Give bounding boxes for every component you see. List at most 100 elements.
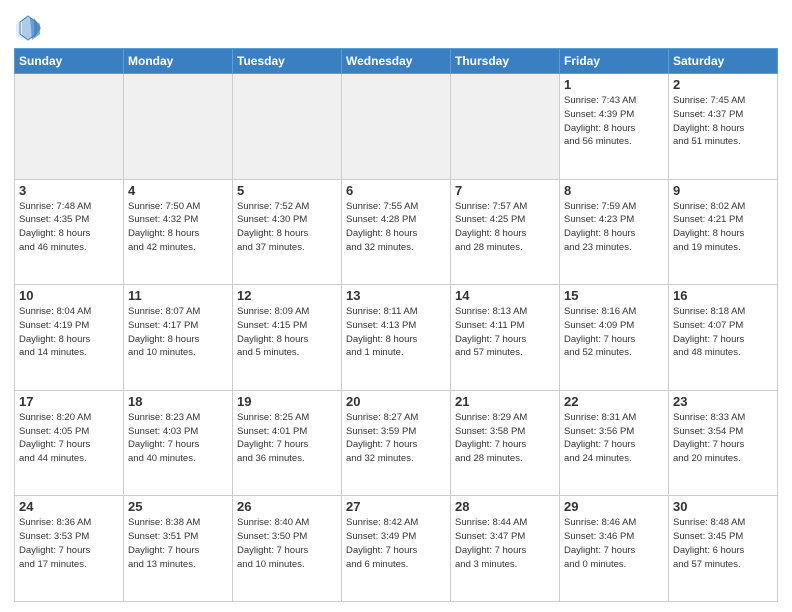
day-number: 12 [237,288,337,303]
day-info: Sunrise: 8:27 AMSunset: 3:59 PMDaylight:… [346,411,446,466]
day-number: 28 [455,499,555,514]
day-info: Sunrise: 8:31 AMSunset: 3:56 PMDaylight:… [564,411,664,466]
calendar-cell: 5 Sunrise: 7:52 AMSunset: 4:30 PMDaylight… [233,179,342,285]
day-number: 30 [673,499,773,514]
page: SundayMondayTuesdayWednesdayThursdayFrid… [0,0,792,612]
calendar-cell: 7 Sunrise: 7:57 AMSunset: 4:25 PMDaylight… [451,179,560,285]
calendar-week-4: 17 Sunrise: 8:20 AMSunset: 4:05 PMDayligh… [15,390,778,496]
day-info: Sunrise: 8:38 AMSunset: 3:51 PMDaylight:… [128,516,228,571]
day-number: 5 [237,183,337,198]
calendar-cell: 22 Sunrise: 8:31 AMSunset: 3:56 PMDayligh… [560,390,669,496]
day-number: 16 [673,288,773,303]
day-number: 11 [128,288,228,303]
day-info: Sunrise: 8:18 AMSunset: 4:07 PMDaylight:… [673,305,773,360]
day-header-wednesday: Wednesday [342,49,451,74]
day-info: Sunrise: 8:02 AMSunset: 4:21 PMDaylight:… [673,200,773,255]
day-number: 26 [237,499,337,514]
day-info: Sunrise: 8:20 AMSunset: 4:05 PMDaylight:… [19,411,119,466]
day-info: Sunrise: 7:48 AMSunset: 4:35 PMDaylight:… [19,200,119,255]
day-info: Sunrise: 8:29 AMSunset: 3:58 PMDaylight:… [455,411,555,466]
calendar-cell: 23 Sunrise: 8:33 AMSunset: 3:54 PMDayligh… [669,390,778,496]
day-info: Sunrise: 8:42 AMSunset: 3:49 PMDaylight:… [346,516,446,571]
day-info: Sunrise: 8:44 AMSunset: 3:47 PMDaylight:… [455,516,555,571]
calendar-cell: 20 Sunrise: 8:27 AMSunset: 3:59 PMDayligh… [342,390,451,496]
calendar-cell: 28 Sunrise: 8:44 AMSunset: 3:47 PMDayligh… [451,496,560,602]
calendar-cell: 6 Sunrise: 7:55 AMSunset: 4:28 PMDaylight… [342,179,451,285]
logo-icon [14,14,42,42]
calendar-cell: 8 Sunrise: 7:59 AMSunset: 4:23 PMDaylight… [560,179,669,285]
day-number: 9 [673,183,773,198]
day-header-thursday: Thursday [451,49,560,74]
day-info: Sunrise: 7:50 AMSunset: 4:32 PMDaylight:… [128,200,228,255]
calendar-cell: 4 Sunrise: 7:50 AMSunset: 4:32 PMDaylight… [124,179,233,285]
logo [14,14,44,42]
calendar-cell [124,74,233,180]
calendar-cell [15,74,124,180]
day-info: Sunrise: 8:16 AMSunset: 4:09 PMDaylight:… [564,305,664,360]
day-info: Sunrise: 7:59 AMSunset: 4:23 PMDaylight:… [564,200,664,255]
day-info: Sunrise: 8:40 AMSunset: 3:50 PMDaylight:… [237,516,337,571]
day-number: 13 [346,288,446,303]
day-number: 17 [19,394,119,409]
day-info: Sunrise: 7:57 AMSunset: 4:25 PMDaylight:… [455,200,555,255]
calendar-week-1: 1Sunrise: 7:43 AMSunset: 4:39 PMDaylight… [15,74,778,180]
calendar-cell: 30 Sunrise: 8:48 AMSunset: 3:45 PMDayligh… [669,496,778,602]
calendar-cell: 12Sunrise: 8:09 AMSunset: 4:15 PMDayligh… [233,285,342,391]
calendar: SundayMondayTuesdayWednesdayThursdayFrid… [14,48,778,602]
day-info: Sunrise: 7:55 AMSunset: 4:28 PMDaylight:… [346,200,446,255]
calendar-cell: 27 Sunrise: 8:42 AMSunset: 3:49 PMDayligh… [342,496,451,602]
calendar-cell: 15 Sunrise: 8:16 AMSunset: 4:09 PMDayligh… [560,285,669,391]
day-info: Sunrise: 8:13 AMSunset: 4:11 PMDaylight:… [455,305,555,360]
day-number: 4 [128,183,228,198]
day-info: Sunrise: 8:23 AMSunset: 4:03 PMDaylight:… [128,411,228,466]
calendar-cell: 1Sunrise: 7:43 AMSunset: 4:39 PMDaylight… [560,74,669,180]
day-info: Sunrise: 8:33 AMSunset: 3:54 PMDaylight:… [673,411,773,466]
day-number: 2 [673,77,773,92]
day-info: Sunrise: 7:45 AMSunset: 4:37 PMDaylight:… [673,94,773,149]
day-number: 23 [673,394,773,409]
day-number: 19 [237,394,337,409]
day-info: Sunrise: 8:07 AMSunset: 4:17 PMDaylight:… [128,305,228,360]
day-info: Sunrise: 7:43 AMSunset: 4:39 PMDaylight:… [564,94,664,149]
day-header-tuesday: Tuesday [233,49,342,74]
calendar-cell: 9 Sunrise: 8:02 AMSunset: 4:21 PMDaylight… [669,179,778,285]
day-number: 6 [346,183,446,198]
day-number: 24 [19,499,119,514]
day-info: Sunrise: 8:11 AMSunset: 4:13 PMDaylight:… [346,305,446,360]
calendar-cell: 25 Sunrise: 8:38 AMSunset: 3:51 PMDayligh… [124,496,233,602]
calendar-cell: 18Sunrise: 8:23 AMSunset: 4:03 PMDayligh… [124,390,233,496]
day-number: 8 [564,183,664,198]
day-number: 25 [128,499,228,514]
day-number: 10 [19,288,119,303]
day-info: Sunrise: 8:25 AMSunset: 4:01 PMDaylight:… [237,411,337,466]
calendar-week-3: 10Sunrise: 8:04 AMSunset: 4:19 PMDayligh… [15,285,778,391]
calendar-week-2: 3Sunrise: 7:48 AMSunset: 4:35 PMDaylight… [15,179,778,285]
day-header-friday: Friday [560,49,669,74]
calendar-week-5: 24Sunrise: 8:36 AMSunset: 3:53 PMDayligh… [15,496,778,602]
calendar-cell [342,74,451,180]
day-number: 15 [564,288,664,303]
calendar-cell: 17 Sunrise: 8:20 AMSunset: 4:05 PMDayligh… [15,390,124,496]
day-number: 14 [455,288,555,303]
calendar-cell: 3Sunrise: 7:48 AMSunset: 4:35 PMDaylight… [15,179,124,285]
calendar-cell: 21Sunrise: 8:29 AMSunset: 3:58 PMDayligh… [451,390,560,496]
day-number: 27 [346,499,446,514]
day-number: 20 [346,394,446,409]
calendar-cell: 29 Sunrise: 8:46 AMSunset: 3:46 PMDayligh… [560,496,669,602]
calendar-cell: 19 Sunrise: 8:25 AMSunset: 4:01 PMDayligh… [233,390,342,496]
calendar-cell: 14 Sunrise: 8:13 AMSunset: 4:11 PMDayligh… [451,285,560,391]
day-info: Sunrise: 8:48 AMSunset: 3:45 PMDaylight:… [673,516,773,571]
day-number: 7 [455,183,555,198]
day-info: Sunrise: 8:46 AMSunset: 3:46 PMDaylight:… [564,516,664,571]
calendar-cell: 2 Sunrise: 7:45 AMSunset: 4:37 PMDaylight… [669,74,778,180]
day-number: 29 [564,499,664,514]
day-number: 22 [564,394,664,409]
calendar-cell: 16 Sunrise: 8:18 AMSunset: 4:07 PMDayligh… [669,285,778,391]
day-header-sunday: Sunday [15,49,124,74]
calendar-cell: 13 Sunrise: 8:11 AMSunset: 4:13 PMDayligh… [342,285,451,391]
day-info: Sunrise: 7:52 AMSunset: 4:30 PMDaylight:… [237,200,337,255]
day-header-monday: Monday [124,49,233,74]
day-header-saturday: Saturday [669,49,778,74]
calendar-cell: 10Sunrise: 8:04 AMSunset: 4:19 PMDayligh… [15,285,124,391]
calendar-cell: 11 Sunrise: 8:07 AMSunset: 4:17 PMDayligh… [124,285,233,391]
